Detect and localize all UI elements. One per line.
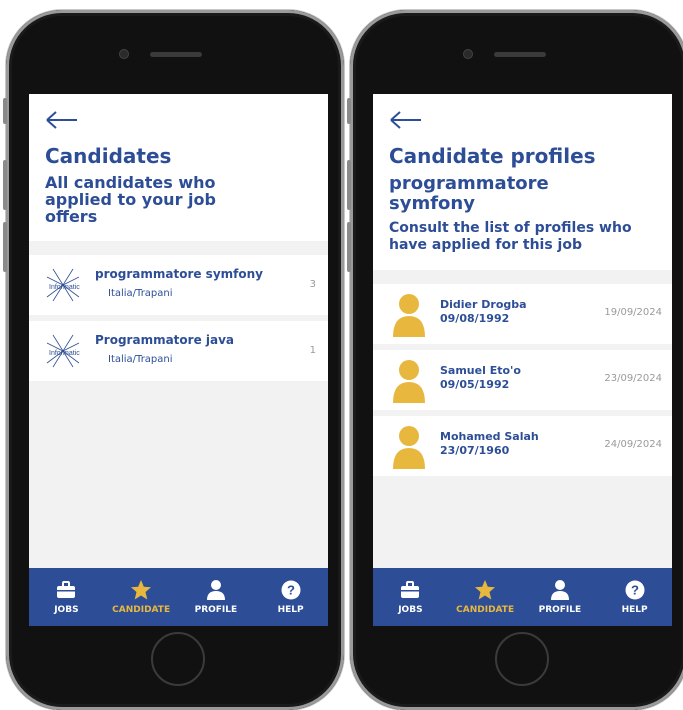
tab-profile[interactable]: PROFILE (181, 579, 251, 615)
page-subtitle: Consult the list of profiles who have ap… (389, 220, 632, 253)
candidate-count: 3 (309, 279, 316, 290)
briefcase-icon (57, 580, 76, 598)
candidate-card[interactable]: Samuel Eto'o 09/05/1992 23/09/2024 (373, 350, 672, 410)
job-location: Italia/Trapani (108, 288, 173, 299)
svg-text:Informatic: Informatic (49, 284, 80, 291)
tab-candidate[interactable]: CANDIDATE (106, 579, 176, 615)
header: Candidate profiles programmatore symfony… (373, 94, 672, 270)
candidate-name: Mohamed Salah (440, 430, 539, 443)
tab-label: PROFILE (538, 604, 582, 615)
volume-down-button (3, 222, 7, 272)
candidate-birthdate: 09/08/1992 (440, 312, 510, 325)
front-camera (464, 50, 472, 58)
candidate-birthdate: 23/07/1960 (440, 444, 510, 457)
star-icon (475, 579, 496, 599)
bottom-tab-bar: JOBS CANDIDATE PROFILE ? HELP (373, 568, 672, 626)
candidate-card[interactable]: Didier Drogba 09/08/1992 19/09/2024 (373, 284, 672, 344)
job-card[interactable]: Informatic programmatore symfony Italia/… (29, 255, 328, 315)
user-icon (550, 579, 569, 600)
speaker-grille (494, 52, 546, 57)
page-subtitle: All candidates who applied to your job o… (45, 173, 216, 226)
page-title: Candidates (45, 144, 172, 168)
tab-help[interactable]: ? HELP (600, 580, 670, 615)
bottom-tab-bar: JOBS CANDIDATE PROFILE ? HELP (29, 568, 328, 626)
job-title: programmatore symfony (95, 267, 263, 281)
home-button[interactable] (495, 632, 549, 686)
application-date: 19/09/2024 (604, 307, 662, 318)
job-title: Programmatore java (95, 333, 235, 347)
user-icon (206, 579, 225, 600)
tab-help[interactable]: ? HELP (256, 580, 326, 615)
tab-candidate[interactable]: CANDIDATE (450, 579, 520, 615)
help-icon: ? (625, 580, 645, 599)
tab-label: JOBS (398, 604, 423, 615)
speaker-grille (150, 52, 202, 57)
application-date: 23/09/2024 (604, 373, 662, 384)
star-icon (131, 579, 152, 599)
phone-frame-left: Candidates All candidates who applied to… (3, 10, 344, 710)
mute-switch (3, 98, 7, 124)
svg-text:Informatic: Informatic (49, 350, 80, 357)
tab-label: HELP (277, 604, 304, 615)
job-name: programmatore symfony (389, 173, 549, 214)
svg-text:?: ? (631, 582, 639, 597)
application-date: 24/09/2024 (604, 439, 662, 450)
volume-up-button (3, 160, 7, 210)
tab-label: HELP (621, 604, 648, 615)
candidate-list: Didier Drogba 09/08/1992 19/09/2024 Samu… (373, 284, 672, 476)
mute-switch (347, 98, 351, 124)
svg-text:?: ? (287, 582, 295, 597)
user-avatar-icon (393, 294, 425, 337)
arrow-left-icon[interactable] (45, 110, 312, 136)
home-button[interactable] (151, 632, 205, 686)
tab-label: CANDIDATE (112, 604, 171, 615)
tab-jobs[interactable]: JOBS (31, 580, 101, 615)
page-title: Candidate profiles (389, 144, 596, 168)
candidate-name: Didier Drogba (440, 298, 527, 311)
volume-up-button (347, 160, 351, 210)
header: Candidates All candidates who applied to… (29, 94, 328, 241)
candidate-card[interactable]: Mohamed Salah 23/07/1960 24/09/2024 (373, 416, 672, 476)
user-avatar-icon (393, 360, 425, 403)
tab-label: CANDIDATE (456, 604, 515, 615)
help-icon: ? (281, 580, 301, 599)
tab-profile[interactable]: PROFILE (525, 579, 595, 615)
tab-label: JOBS (54, 604, 79, 615)
candidate-name: Samuel Eto'o (440, 364, 521, 377)
job-card[interactable]: Informatic Programmatore java Italia/Tra… (29, 321, 328, 381)
informatic-logo: Informatic (46, 268, 80, 302)
screen-candidate-profiles: Candidate profiles programmatore symfony… (373, 94, 672, 626)
candidate-count: 1 (309, 345, 316, 356)
job-list: Informatic programmatore symfony Italia/… (29, 255, 328, 381)
user-avatar-icon (393, 426, 425, 469)
volume-down-button (347, 222, 351, 272)
arrow-left-icon[interactable] (389, 110, 656, 136)
tab-label: PROFILE (194, 604, 238, 615)
tab-jobs[interactable]: JOBS (375, 580, 445, 615)
informatic-logo: Informatic (46, 334, 80, 368)
screen-candidates: Candidates All candidates who applied to… (29, 94, 328, 626)
candidate-birthdate: 09/05/1992 (440, 378, 510, 391)
phone-frame-right: Candidate profiles programmatore symfony… (347, 10, 683, 710)
job-location: Italia/Trapani (108, 354, 173, 365)
front-camera (120, 50, 128, 58)
briefcase-icon (401, 580, 420, 598)
